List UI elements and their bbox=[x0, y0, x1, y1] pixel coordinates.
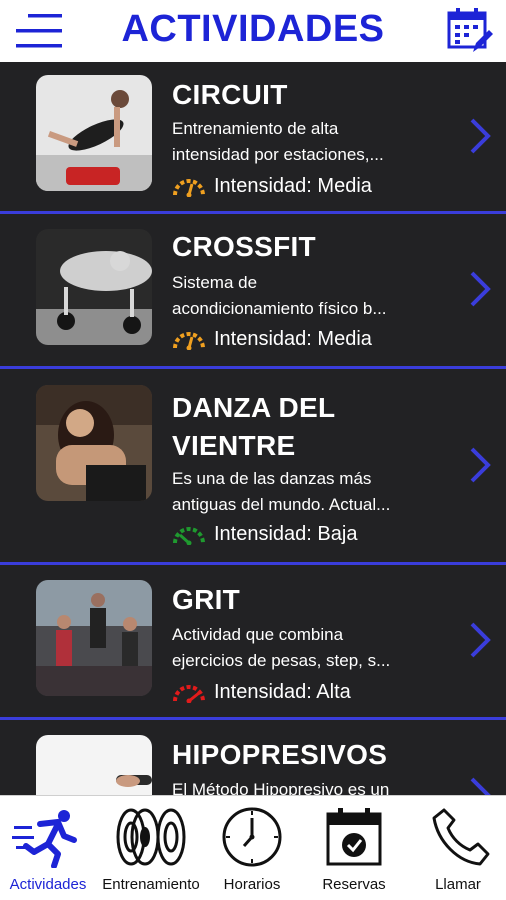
intensity-label: Intensidad: Media bbox=[214, 327, 372, 350]
activity-description-line: Es una de las danzas más bbox=[172, 469, 372, 488]
activity-description: El Método Hipopresivo es un bbox=[172, 777, 432, 795]
weights-icon bbox=[116, 808, 186, 866]
activity-name-line: GRIT bbox=[172, 584, 241, 615]
gauge-icon bbox=[173, 685, 205, 703]
gauge-icon bbox=[173, 179, 205, 197]
activity-name: CIRCUIT bbox=[172, 76, 288, 114]
chevron-right-icon[interactable] bbox=[468, 621, 492, 659]
activity-name: GRIT bbox=[172, 581, 240, 619]
intensity-row: Intensidad: Media bbox=[172, 325, 372, 353]
running-icon bbox=[12, 810, 77, 868]
calendar-edit-button[interactable] bbox=[446, 6, 494, 56]
page-title: ACTIVIDADES bbox=[121, 8, 385, 50]
nav-item-horarios[interactable]: Horarios bbox=[206, 796, 298, 900]
activity-card-hipopresivos[interactable]: HIPOPRESIVOS El Método Hipopresivo es un bbox=[0, 720, 506, 795]
activity-name: HIPOPRESIVOS bbox=[172, 736, 387, 774]
nav-item-actividades[interactable]: Actividades bbox=[0, 796, 96, 900]
intensity-row: Intensidad: Media bbox=[172, 172, 372, 200]
intensity-row: Intensidad: Baja bbox=[172, 520, 357, 548]
chevron-right-icon[interactable] bbox=[468, 117, 492, 155]
activity-description-line: Sistema de bbox=[172, 273, 258, 292]
activity-card-circuit[interactable]: CIRCUIT Entrenamiento de alta intensidad… bbox=[0, 62, 506, 214]
intensity-row: Intensidad: Alta bbox=[172, 678, 351, 706]
activity-description: Actividad que combina ejercicios de pesa… bbox=[172, 622, 432, 674]
gauge-icon bbox=[173, 332, 205, 350]
clock-icon bbox=[222, 807, 282, 867]
nav-item-reservas[interactable]: Reservas bbox=[298, 796, 410, 900]
activity-description-line: acondicionamiento físico b... bbox=[172, 299, 387, 318]
activity-name-line: HIPOPRESIVOS bbox=[172, 739, 388, 770]
activity-card-grit[interactable]: GRIT Actividad que combina ejercicios de… bbox=[0, 565, 506, 720]
activity-description: Sistema de acondicionamiento físico b... bbox=[172, 270, 432, 322]
activity-name: DANZA DEL VIENTRE bbox=[172, 389, 335, 465]
activity-description-line: El Método Hipopresivo es un bbox=[172, 780, 390, 795]
activity-name: CROSSFIT bbox=[172, 228, 316, 266]
activity-list: CIRCUIT Entrenamiento de alta intensidad… bbox=[0, 62, 506, 795]
activity-thumbnail bbox=[36, 580, 152, 696]
nav-item-entrenamiento[interactable]: Entrenamiento bbox=[96, 796, 206, 900]
activity-description-line: Entrenamiento de alta bbox=[172, 119, 339, 138]
nav-label: Reservas bbox=[322, 876, 386, 893]
bottom-nav: Actividades Entrenamiento Horarios Reser… bbox=[0, 795, 506, 900]
activity-thumbnail bbox=[36, 229, 152, 345]
chevron-right-icon[interactable] bbox=[468, 270, 492, 308]
chevron-right-icon[interactable] bbox=[468, 776, 492, 795]
activity-name-line: VIENTRE bbox=[172, 430, 296, 461]
app-root: ACTIVIDADES CIRCUIT Entrenamiento de alt… bbox=[0, 0, 506, 900]
activity-description-line: intensidad por estaciones,... bbox=[172, 145, 384, 164]
activity-thumbnail bbox=[36, 385, 152, 501]
activity-card-crossfit[interactable]: CROSSFIT Sistema de acondicionamiento fí… bbox=[0, 214, 506, 369]
gauge-icon bbox=[173, 527, 205, 545]
phone-icon bbox=[432, 808, 490, 866]
intensity-label: Intensidad: Media bbox=[214, 174, 372, 197]
activity-description: Es una de las danzas más antiguas del mu… bbox=[172, 466, 432, 518]
nav-label: Horarios bbox=[223, 876, 281, 893]
calendar-edit-icon bbox=[447, 8, 493, 52]
activity-thumbnail bbox=[36, 75, 152, 191]
activity-name-line: CIRCUIT bbox=[172, 79, 288, 110]
nav-label: Llamar bbox=[435, 876, 481, 893]
calendar-check-icon bbox=[326, 808, 382, 866]
top-app-bar: ACTIVIDADES bbox=[0, 0, 506, 62]
nav-label: Actividades bbox=[9, 876, 87, 893]
activity-card-danza-del-vientre[interactable]: DANZA DEL VIENTRE Es una de las danzas m… bbox=[0, 369, 506, 565]
activity-description-line: Actividad que combina bbox=[172, 625, 344, 644]
activity-name-line: DANZA DEL bbox=[172, 392, 336, 423]
activity-description-line: antiguas del mundo. Actual... bbox=[172, 495, 391, 514]
intensity-label: Intensidad: Baja bbox=[214, 522, 358, 545]
nav-item-llamar[interactable]: Llamar bbox=[410, 796, 506, 900]
activity-description: Entrenamiento de alta intensidad por est… bbox=[172, 116, 432, 168]
activity-name-line: CROSSFIT bbox=[172, 231, 316, 262]
activity-thumbnail bbox=[36, 735, 152, 795]
nav-label: Entrenamiento bbox=[102, 876, 200, 893]
intensity-label: Intensidad: Alta bbox=[214, 680, 351, 703]
activity-description-line: ejercicios de pesas, step, s... bbox=[172, 651, 391, 670]
chevron-right-icon[interactable] bbox=[468, 446, 492, 484]
